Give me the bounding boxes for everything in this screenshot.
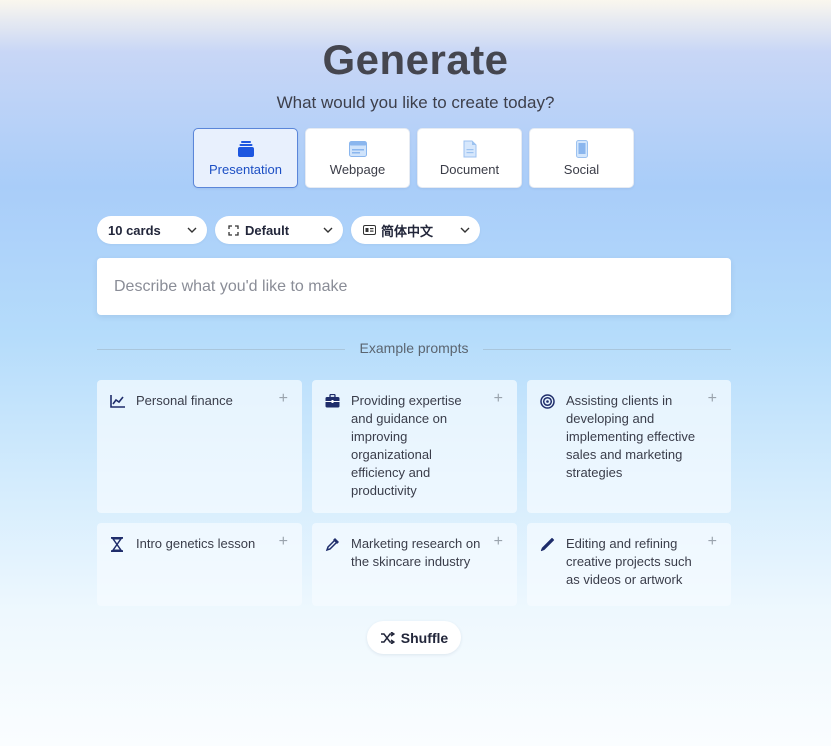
briefcase-icon: [324, 393, 340, 409]
plus-icon[interactable]: +: [279, 391, 288, 407]
chevron-down-icon: [323, 227, 333, 233]
translate-icon: [362, 223, 376, 237]
example-text: Assisting clients in developing and impl…: [566, 393, 696, 480]
hourglass-icon: [109, 536, 125, 552]
plus-icon[interactable]: +: [708, 534, 717, 550]
presentation-icon: [235, 139, 257, 159]
plus-icon[interactable]: +: [708, 391, 717, 407]
plus-icon[interactable]: +: [494, 391, 503, 407]
language-value: 简体中文: [381, 223, 434, 239]
card-count-value: 10 cards: [108, 222, 161, 238]
shuffle-button[interactable]: Shuffle: [367, 621, 461, 654]
example-text: Editing and refining creative projects s…: [566, 536, 692, 587]
page-title: Generate: [322, 36, 509, 83]
example-prompts-heading: Example prompts: [359, 340, 469, 356]
example-card-genetics[interactable]: Intro genetics lesson +: [97, 523, 302, 606]
example-card-personal-finance[interactable]: Personal finance +: [97, 380, 302, 513]
example-card-sales-marketing[interactable]: Assisting clients in developing and impl…: [527, 380, 731, 513]
social-icon: [571, 139, 593, 159]
card-count-select[interactable]: 10 cards: [97, 216, 207, 244]
chevron-down-icon: [460, 227, 470, 233]
shuffle-icon: [380, 631, 395, 644]
type-label: Social: [563, 162, 600, 177]
example-text: Providing expertise and guidance on impr…: [351, 393, 462, 498]
frame-icon: [226, 223, 240, 237]
webpage-icon: [347, 139, 369, 159]
example-text: Personal finance: [136, 393, 233, 408]
content-type-selector: Presentation Webpage Document Social: [193, 128, 634, 188]
line-chart-icon: [109, 393, 125, 409]
target-icon: [539, 393, 555, 409]
page-subtitle: What would you like to create today?: [276, 93, 555, 112]
type-label: Webpage: [329, 162, 386, 177]
plus-icon[interactable]: +: [279, 534, 288, 550]
eyedropper-icon: [324, 536, 340, 552]
theme-select[interactable]: Default: [215, 216, 343, 244]
type-document-button[interactable]: Document: [417, 128, 522, 188]
example-card-skincare[interactable]: Marketing research on the skincare indus…: [312, 523, 517, 606]
language-select[interactable]: 简体中文: [351, 216, 480, 244]
type-social-button[interactable]: Social: [529, 128, 634, 188]
shuffle-label: Shuffle: [400, 629, 449, 646]
prompt-input[interactable]: [114, 277, 714, 296]
example-card-editing[interactable]: Editing and refining creative projects s…: [527, 523, 731, 606]
pen-icon: [539, 536, 555, 552]
theme-value: Default: [245, 222, 290, 238]
example-text: Marketing research on the skincare indus…: [351, 536, 481, 569]
example-text: Intro genetics lesson: [136, 536, 256, 551]
document-icon: [459, 139, 481, 159]
plus-icon[interactable]: +: [494, 534, 503, 550]
type-label: Presentation: [209, 162, 282, 177]
options-bar: 10 cards Default 简体中文: [97, 216, 480, 244]
prompt-container: [97, 258, 731, 315]
type-presentation-button[interactable]: Presentation: [193, 128, 298, 188]
example-prompts-divider: Example prompts: [97, 340, 731, 358]
type-label: Document: [439, 162, 500, 177]
chevron-down-icon: [187, 227, 197, 233]
type-webpage-button[interactable]: Webpage: [305, 128, 410, 188]
example-card-expertise[interactable]: Providing expertise and guidance on impr…: [312, 380, 517, 513]
